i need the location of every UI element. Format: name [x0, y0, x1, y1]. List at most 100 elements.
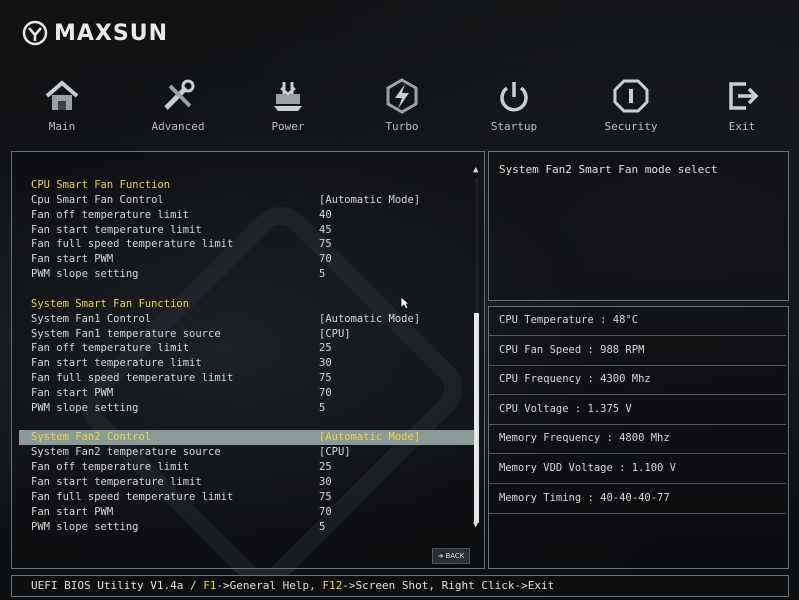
- setting-label: PWM slope setting: [31, 401, 139, 414]
- setting-value[interactable]: [CPU]: [319, 445, 351, 460]
- main-nav: Main Advanced Power Turbo Startup Securi…: [0, 78, 799, 144]
- info-row: CPU Frequency : 4300 Mhz: [489, 365, 786, 396]
- setting-row[interactable]: System Fan1 temperature source [CPU]: [19, 327, 474, 342]
- tab-turbo[interactable]: Turbo: [357, 78, 447, 133]
- setting-row[interactable]: Fan off temperature limit 25: [19, 460, 474, 475]
- setting-label: System Fan2 temperature source: [31, 446, 221, 459]
- setting-value[interactable]: 75: [319, 237, 332, 252]
- setting-label: Fan start PWM: [31, 386, 114, 399]
- setting-label: System Fan1 temperature source: [31, 327, 221, 340]
- setting-row[interactable]: Fan start temperature limit 30: [19, 356, 474, 371]
- setting-label: Fan start PWM: [31, 505, 114, 518]
- status-f12-key: F12: [322, 579, 343, 592]
- setting-label: System Fan1 Control: [31, 312, 152, 325]
- info-text: Memory Frequency : 4800 Mhz: [499, 432, 670, 445]
- info-row: Memory Timing : 40-40-40-77: [489, 484, 786, 514]
- info-row: CPU Temperature : 48°C: [489, 306, 786, 336]
- scrollbar-thumb[interactable]: [474, 313, 479, 523]
- setting-row[interactable]: PWM slope setting 5: [19, 520, 474, 535]
- status-f12-text: ->Screen Shot, Right Click->Exit: [342, 579, 555, 592]
- back-button[interactable]: ➜ BACK: [432, 548, 470, 564]
- setting-value[interactable]: 70: [319, 386, 332, 401]
- setting-value[interactable]: 75: [319, 490, 332, 505]
- setting-row[interactable]: Fan full speed temperature limit 75: [19, 490, 474, 505]
- setting-row[interactable]: PWM slope setting 5: [19, 267, 474, 282]
- setting-row[interactable]: PWM slope setting 5: [19, 401, 474, 416]
- back-button-label: BACK: [445, 552, 465, 560]
- setting-label: Fan start PWM: [31, 253, 114, 266]
- setting-label: PWM slope setting: [31, 268, 139, 281]
- tab-security[interactable]: Security: [586, 78, 676, 133]
- setting-row[interactable]: Fan off temperature limit 25: [19, 341, 474, 356]
- tab-exit[interactable]: Exit: [697, 78, 787, 133]
- info-row: Memory VDD Voltage : 1.100 V: [489, 454, 786, 484]
- brand-logo: MAXSUN: [22, 18, 168, 48]
- section-heading: CPU Smart Fan Function: [19, 178, 474, 193]
- setting-row[interactable]: Fan start temperature limit 30: [19, 475, 474, 490]
- tab-main[interactable]: Main: [17, 78, 107, 133]
- setting-label: Cpu Smart Fan Control: [31, 193, 164, 206]
- setting-label: Fan start temperature limit: [31, 357, 202, 370]
- setting-row[interactable]: Fan start PWM 70: [19, 505, 474, 520]
- setting-value[interactable]: [Automatic Mode]: [319, 430, 420, 445]
- setting-value[interactable]: 70: [319, 252, 332, 267]
- info-text: CPU Fan Speed : 988 RPM: [499, 343, 645, 356]
- info-text: CPU Frequency : 4300 Mhz: [499, 373, 651, 386]
- scroll-down-arrow[interactable]: ▼: [473, 520, 478, 530]
- setting-value[interactable]: 25: [319, 341, 332, 356]
- setting-label: CPU Smart Fan Function: [31, 179, 171, 191]
- setting-row[interactable]: Fan start PWM 70: [19, 252, 474, 267]
- setting-value[interactable]: 40: [319, 208, 332, 223]
- setting-value[interactable]: [Automatic Mode]: [319, 312, 420, 327]
- setting-row[interactable]: Fan start temperature limit 45: [19, 223, 474, 238]
- setting-value[interactable]: 5: [319, 520, 325, 535]
- setting-row[interactable]: Fan start PWM 70: [19, 386, 474, 401]
- setting-value[interactable]: 30: [319, 475, 332, 490]
- setting-row[interactable]: Fan full speed temperature limit 75: [19, 237, 474, 252]
- info-row: Memory Frequency : 4800 Mhz: [489, 424, 786, 455]
- setting-row[interactable]: Cpu Smart Fan Control [Automatic Mode]: [19, 193, 474, 208]
- setting-row[interactable]: Fan off temperature limit 40: [19, 208, 474, 223]
- setting-value[interactable]: [CPU]: [319, 327, 351, 342]
- tab-startup[interactable]: Startup: [469, 78, 559, 133]
- tab-power-label: Power: [271, 120, 305, 133]
- setting-value[interactable]: 5: [319, 267, 325, 282]
- tools-icon: [164, 79, 195, 110]
- setting-row[interactable]: System Fan2 Control [Automatic Mode]: [19, 430, 474, 446]
- tab-advanced-label: Advanced: [151, 120, 205, 133]
- status-f1-key: F1: [203, 579, 217, 592]
- setting-value[interactable]: 30: [319, 356, 332, 371]
- setting-value[interactable]: 70: [319, 505, 332, 520]
- tab-main-label: Main: [48, 120, 76, 133]
- info-row: CPU Fan Speed : 988 RPM: [489, 336, 786, 366]
- tab-exit-label: Exit: [728, 120, 756, 133]
- scroll-up-arrow[interactable]: ▲: [473, 165, 478, 175]
- setting-value[interactable]: 45: [319, 223, 332, 238]
- setting-value[interactable]: [Automatic Mode]: [319, 193, 420, 208]
- spacer-row: [19, 416, 474, 431]
- setting-label: System Fan2 Control: [31, 431, 152, 444]
- power-button-icon: [500, 82, 528, 112]
- info-text: Memory Timing : 40-40-40-77: [499, 491, 670, 504]
- spacer-row: [19, 282, 474, 297]
- tab-startup-label: Startup: [490, 120, 538, 133]
- info-text: CPU Voltage : 1.375 V: [499, 402, 632, 415]
- status-prefix: UEFI BIOS Utility V1.4a /: [31, 579, 204, 592]
- back-arrow-icon: ➜: [437, 552, 444, 560]
- setting-label: Fan start temperature limit: [31, 223, 202, 236]
- setting-row[interactable]: Fan full speed temperature limit 75: [19, 371, 474, 386]
- tab-power[interactable]: Power: [243, 78, 333, 133]
- status-bar: UEFI BIOS Utility V1.4a / F1->General He…: [11, 575, 789, 597]
- brand-name: MAXSUN: [54, 20, 169, 46]
- setting-value[interactable]: 5: [319, 401, 325, 416]
- security-icon: [613, 79, 649, 113]
- home-icon: [45, 80, 79, 110]
- setting-row[interactable]: System Fan1 Control [Automatic Mode]: [19, 312, 474, 327]
- info-text: Memory VDD Voltage : 1.100 V: [499, 462, 677, 474]
- setting-label: Fan off temperature limit: [31, 208, 190, 221]
- info-row: CPU Voltage : 1.375 V: [489, 395, 786, 425]
- setting-row[interactable]: System Fan2 temperature source [CPU]: [19, 445, 474, 460]
- setting-value[interactable]: 25: [319, 460, 332, 475]
- setting-value[interactable]: 75: [319, 371, 332, 386]
- tab-advanced[interactable]: Advanced: [133, 78, 223, 133]
